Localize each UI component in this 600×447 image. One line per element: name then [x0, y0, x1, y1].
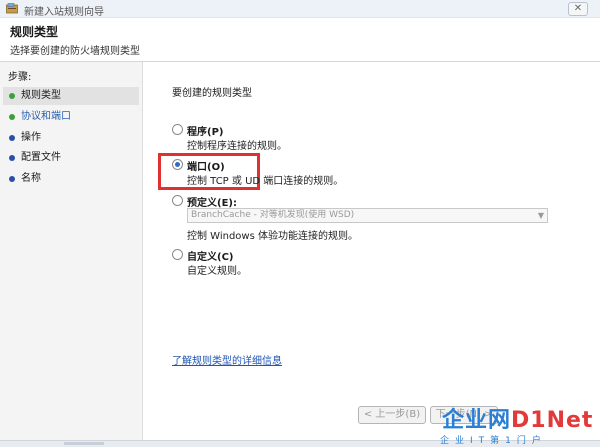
step-label: 协议和端口 [21, 111, 71, 122]
predefined-option-description: 控制 Windows 体验功能连接的规则。 [187, 231, 358, 242]
rule-type-prompt: 要创建的规则类型 [172, 88, 252, 99]
step-profile[interactable]: 配置文件 [3, 149, 139, 167]
step-action[interactable]: 操作 [3, 129, 139, 147]
port-option-label[interactable]: 端口(O) [187, 158, 225, 173]
step-label: 配置文件 [21, 152, 61, 163]
scrollbar-thumb[interactable] [64, 442, 104, 445]
step-status-icon [9, 176, 15, 182]
steps-sidebar: 步骤: 规则类型 协议和端口 操作 配置文件 名称 [0, 62, 143, 440]
watermark-logo-accent: D1Net [511, 408, 594, 433]
custom-option-description: 自定义规则。 [187, 266, 247, 277]
window-title: 新建入站规则向导 [24, 7, 104, 18]
program-option-description: 控制程序连接的规则。 [187, 141, 287, 152]
watermark: 企业网D1Net 企业IT第1门户 [432, 402, 600, 447]
chevron-down-icon: ▼ [537, 211, 544, 220]
predefined-rules-select[interactable]: BranchCache - 对等机发现(使用 WSD) ▼ [187, 208, 548, 223]
predefined-radio[interactable] [172, 195, 183, 206]
watermark-logo: 企业网D1Net [442, 408, 594, 433]
wizard-icon [6, 3, 18, 14]
wizard-header: 规则类型 选择要创建的防火墙规则类型 [0, 18, 600, 62]
step-label: 规则类型 [21, 90, 61, 101]
port-option-description: 控制 TCP 或 UD 端口连接的规则。 [187, 176, 344, 187]
predefined-option-label[interactable]: 预定义(E): [187, 194, 237, 209]
step-rule-type[interactable]: 规则类型 [3, 87, 139, 105]
step-name[interactable]: 名称 [3, 170, 139, 188]
watermark-tagline: 企业IT第1门户 [440, 436, 547, 446]
step-status-icon [9, 114, 15, 120]
custom-radio[interactable] [172, 249, 183, 260]
step-protocol-and-ports[interactable]: 协议和端口 [3, 108, 139, 126]
predefined-select-value: BranchCache - 对等机发现(使用 WSD) [191, 210, 355, 220]
program-radio[interactable] [172, 124, 183, 135]
step-status-icon [9, 155, 15, 161]
custom-option-label[interactable]: 自定义(C) [187, 248, 233, 263]
learn-more-link[interactable]: 了解规则类型的详细信息 [172, 352, 282, 367]
port-radio[interactable] [172, 159, 183, 170]
page-subtitle: 选择要创建的防火墙规则类型 [10, 46, 140, 57]
step-status-icon [9, 93, 15, 99]
back-button[interactable]: < 上一步(B) [358, 406, 426, 424]
step-status-icon [9, 135, 15, 141]
steps-title: 步骤: [8, 72, 32, 83]
page-title: 规则类型 [10, 25, 59, 39]
step-label: 名称 [21, 173, 41, 184]
main-panel: 要创建的规则类型 程序(P) 控制程序连接的规则。 端口(O) 控制 TCP 或… [144, 62, 600, 440]
program-option-label[interactable]: 程序(P) [187, 123, 223, 138]
close-button[interactable]: ✕ [568, 2, 588, 16]
step-label: 操作 [21, 132, 41, 143]
title-bar: 新建入站规则向导 ✕ [0, 0, 600, 18]
close-icon: ✕ [573, 3, 583, 14]
